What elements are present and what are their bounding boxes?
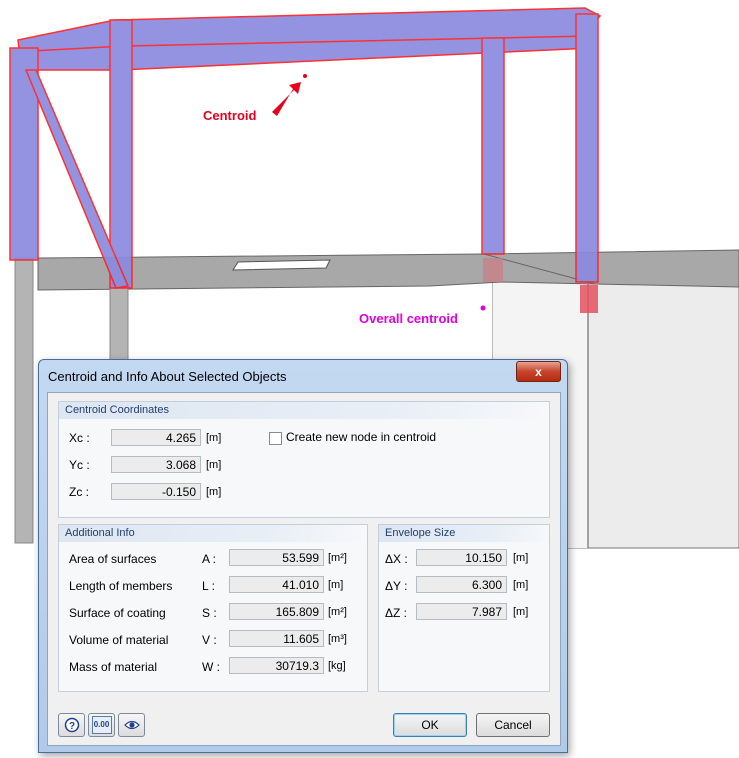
length-field[interactable]: 41.010 [229,576,324,593]
decimal-places-button[interactable]: 0.00 [88,713,115,737]
zc-unit: [m] [206,486,222,498]
dy-unit: [m] [513,579,529,591]
overall-centroid-marker [480,305,486,311]
centroid-dialog: Centroid and Info About Selected Objects… [38,359,568,753]
length-symbol: L : [202,579,215,593]
mass-label: Mass of material [69,660,158,674]
group-header: Centroid Coordinates [59,402,549,419]
centroid-marker [272,74,307,116]
group-header: Envelope Size [379,525,549,542]
dy-field[interactable]: 6.300 [416,576,507,593]
envelope-size-group: Envelope Size ΔX : 10.150 [m] ΔY : 6.300… [378,524,550,692]
dz-symbol: ΔZ : [385,606,408,620]
mass-symbol: W : [202,660,220,674]
overall-centroid-label: Overall centroid [359,311,458,326]
area-label: Area of surfaces [69,552,157,566]
svg-text:?: ? [68,721,74,732]
frame-members [9,7,602,289]
ok-button[interactable]: OK [393,713,467,737]
yc-unit: [m] [206,459,222,471]
area-symbol: A : [202,552,217,566]
additional-info-group: Additional Info Area of surfaces A : 53.… [58,524,368,692]
volume-field[interactable]: 11.605 [229,630,324,647]
cancel-button[interactable]: Cancel [476,713,550,737]
mass-unit: [kg] [328,660,346,672]
centroid-coordinates-group: Centroid Coordinates Xc : 4.265 [m] Yc :… [58,401,550,518]
zc-field[interactable]: -0.150 [111,483,201,500]
dx-field[interactable]: 10.150 [416,549,507,566]
dy-symbol: ΔY : [385,579,408,593]
centroid-label: Centroid [203,108,257,123]
dx-symbol: ΔX : [385,552,408,566]
volume-unit: [m³] [328,633,347,645]
create-node-label[interactable]: Create new node in centroid [286,430,436,444]
volume-label: Volume of material [69,633,169,647]
length-unit: [m] [328,579,344,591]
yc-field[interactable]: 3.068 [111,456,201,473]
decimal-places-icon: 0.00 [91,716,112,734]
dz-field[interactable]: 7.987 [416,603,507,620]
dialog-body: Centroid Coordinates Xc : 4.265 [m] Yc :… [47,392,561,746]
area-field[interactable]: 53.599 [229,549,324,566]
coating-symbol: S : [202,606,217,620]
view-button[interactable] [118,713,145,737]
xc-label: Xc : [69,431,90,445]
close-icon: x [535,364,542,379]
eye-icon [123,720,140,730]
coating-field[interactable]: 165.809 [229,603,324,620]
coating-unit: [m²] [328,606,347,618]
xc-unit: [m] [206,432,222,444]
help-icon: ? [64,717,79,733]
help-button[interactable]: ? [58,713,85,737]
create-node-checkbox[interactable] [269,432,282,445]
xc-field[interactable]: 4.265 [111,429,201,446]
group-header: Additional Info [59,525,367,542]
coating-label: Surface of coating [69,606,166,620]
dx-unit: [m] [513,552,529,564]
decimals-text: 0.00 [93,720,110,729]
mass-field[interactable]: 30719.3 [229,657,324,674]
area-unit: [m²] [328,552,347,564]
length-label: Length of members [69,579,173,593]
dialog-titlebar[interactable]: Centroid and Info About Selected Objects… [39,360,567,392]
yc-label: Yc : [69,458,90,472]
dialog-title: Centroid and Info About Selected Objects [48,369,287,384]
close-button[interactable]: x [516,361,561,382]
volume-symbol: V : [202,633,217,647]
zc-label: Zc : [69,485,89,499]
dz-unit: [m] [513,606,529,618]
